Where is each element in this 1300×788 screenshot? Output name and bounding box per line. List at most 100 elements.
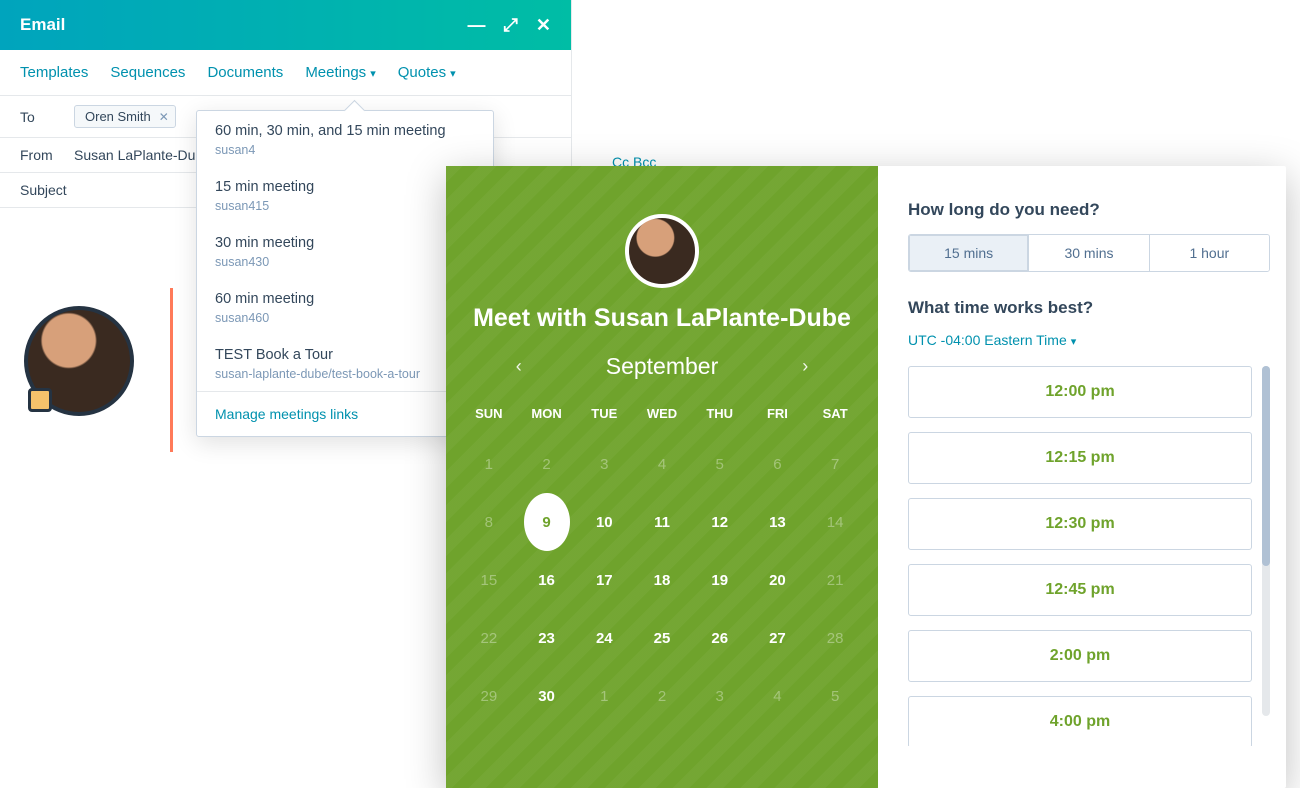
timeslot[interactable]: 12:00 pm [908, 366, 1252, 418]
calendar-day: 15 [460, 551, 518, 609]
subject-label: Subject [20, 182, 74, 198]
email-title: Email [20, 15, 65, 35]
tab-sequences[interactable]: Sequences [110, 64, 185, 81]
timeslot[interactable]: 12:45 pm [908, 564, 1252, 616]
meetings-option-sub: susan4 [215, 143, 475, 157]
calendar-row: 891011121314 [460, 493, 864, 551]
calendar-day: 21 [806, 551, 864, 609]
dow-label: THU [691, 398, 749, 435]
calendar-day[interactable]: 19 [691, 551, 749, 609]
dow-label: SAT [806, 398, 864, 435]
meetings-option-sub: susan415 [215, 199, 475, 213]
meetings-option-title: 60 min meeting [215, 291, 475, 307]
calendar-row: 15161718192021 [460, 551, 864, 609]
duration-heading: How long do you need? [908, 200, 1270, 220]
tab-meetings[interactable]: Meetings ▾ [305, 64, 375, 81]
calendar-day[interactable]: 23 [518, 609, 576, 667]
meetings-option-title: 60 min, 30 min, and 15 min meeting [215, 123, 475, 139]
booking-title: Meet with Susan LaPlante-Dube [446, 304, 878, 333]
tab-templates[interactable]: Templates [20, 64, 88, 81]
meetings-option-title: TEST Book a Tour [215, 347, 475, 363]
dow-label: FRI [749, 398, 807, 435]
calendar-row: 1234567 [460, 435, 864, 493]
calendar-day: 22 [460, 609, 518, 667]
calendar-day[interactable]: 30 [518, 667, 576, 725]
compose-accent-bar [170, 288, 173, 452]
calendar-day: 3 [575, 435, 633, 493]
timezone-select[interactable]: UTC -04:00 Eastern Time▾ [908, 332, 1270, 348]
remove-recipient-icon[interactable]: ✕ [159, 110, 169, 124]
next-month-icon[interactable]: › [780, 356, 830, 377]
meetings-option-sub: susan460 [215, 311, 475, 325]
meeting-booking-modal: Meet with Susan LaPlante-Dube ‹ Septembe… [446, 166, 1286, 788]
meetings-option-sub: susan430 [215, 255, 475, 269]
recipient-chip[interactable]: Oren Smith ✕ [74, 105, 176, 128]
calendar-day[interactable]: 16 [518, 551, 576, 609]
to-label: To [20, 109, 74, 125]
dow-label: SUN [460, 398, 518, 435]
calendar-row: 22232425262728 [460, 609, 864, 667]
tab-meetings-label: Meetings [305, 64, 366, 81]
time-panel: How long do you need? 15 mins30 mins1 ho… [878, 166, 1286, 788]
tab-documents[interactable]: Documents [207, 64, 283, 81]
prev-month-icon[interactable]: ‹ [494, 356, 544, 377]
dow-label: TUE [575, 398, 633, 435]
calendar-day[interactable]: 18 [633, 551, 691, 609]
timeslot-list: 12:00 pm 12:15 pm 12:30 pm 12:45 pm 2:00 pm 4… [908, 366, 1252, 746]
calendar-grid: SUNMONTUEWEDTHUFRISAT 123456789101112131… [460, 398, 864, 725]
recipient-name: Oren Smith [85, 109, 151, 124]
timeslot[interactable]: 4:00 pm [908, 696, 1252, 746]
duration-toggle: 15 mins30 mins1 hour [908, 234, 1270, 272]
calendar-day: 3 [691, 667, 749, 725]
calendar-day: 1 [575, 667, 633, 725]
calendar-day: 2 [633, 667, 691, 725]
meetings-option-title: 15 min meeting [215, 179, 475, 195]
email-toolbar: Templates Sequences Documents Meetings▾ … [0, 50, 571, 96]
meetings-option-sub: susan-laplante-dube/test-book-a-tour [215, 367, 475, 381]
timeslot[interactable]: 12:30 pm [908, 498, 1252, 550]
from-label: From [20, 147, 74, 163]
calendar-day: 5 [806, 667, 864, 725]
calendar-day: 7 [806, 435, 864, 493]
calendar-day[interactable]: 17 [575, 551, 633, 609]
timeslot[interactable]: 12:15 pm [908, 432, 1252, 484]
chevron-down-icon: ▾ [370, 68, 376, 80]
calendar-day[interactable]: 10 [575, 493, 633, 551]
calendar-day[interactable]: 27 [749, 609, 807, 667]
calendar-day[interactable]: 12 [691, 493, 749, 551]
calendar-day: 2 [518, 435, 576, 493]
duration-option[interactable]: 1 hour [1150, 235, 1269, 271]
email-titlebar: Email — ⤢ ✕ [0, 0, 571, 50]
tab-quotes[interactable]: Quotes ▾ [398, 64, 456, 81]
meetings-option-title: 30 min meeting [215, 235, 475, 251]
calendar-panel: Meet with Susan LaPlante-Dube ‹ Septembe… [446, 166, 878, 788]
time-heading: What time works best? [908, 298, 1270, 318]
calendar-day[interactable]: 26 [691, 609, 749, 667]
close-icon[interactable]: ✕ [536, 15, 551, 36]
calendar-day[interactable]: 11 [633, 493, 691, 551]
tab-quotes-label: Quotes [398, 64, 446, 81]
calendar-day[interactable]: 24 [575, 609, 633, 667]
host-avatar [625, 214, 699, 288]
calendar-day[interactable]: 20 [749, 551, 807, 609]
calendar-day: 5 [691, 435, 749, 493]
calendar-day: 14 [806, 493, 864, 551]
meetings-option[interactable]: 60 min, 30 min, and 15 min meeting susan4 [197, 111, 493, 167]
expand-icon[interactable]: ⤢ [504, 15, 518, 36]
timeslot-scrollbar[interactable] [1262, 366, 1270, 716]
timezone-label: UTC -04:00 Eastern Time [908, 332, 1067, 348]
calendar-day: 4 [749, 667, 807, 725]
calendar-day: 4 [633, 435, 691, 493]
from-value: Susan LaPlante-Dub [74, 147, 203, 163]
timeslot[interactable]: 2:00 pm [908, 630, 1252, 682]
calendar-day[interactable]: 9 [518, 493, 576, 551]
calendar-day: 1 [460, 435, 518, 493]
minimize-icon[interactable]: — [468, 15, 486, 36]
duration-option[interactable]: 30 mins [1029, 235, 1149, 271]
duration-option[interactable]: 15 mins [909, 235, 1029, 271]
calendar-row: 293012345 [460, 667, 864, 725]
calendar-day[interactable]: 25 [633, 609, 691, 667]
calendar-day[interactable]: 13 [749, 493, 807, 551]
scrollbar-thumb[interactable] [1262, 366, 1270, 566]
chevron-down-icon: ▾ [450, 68, 456, 80]
